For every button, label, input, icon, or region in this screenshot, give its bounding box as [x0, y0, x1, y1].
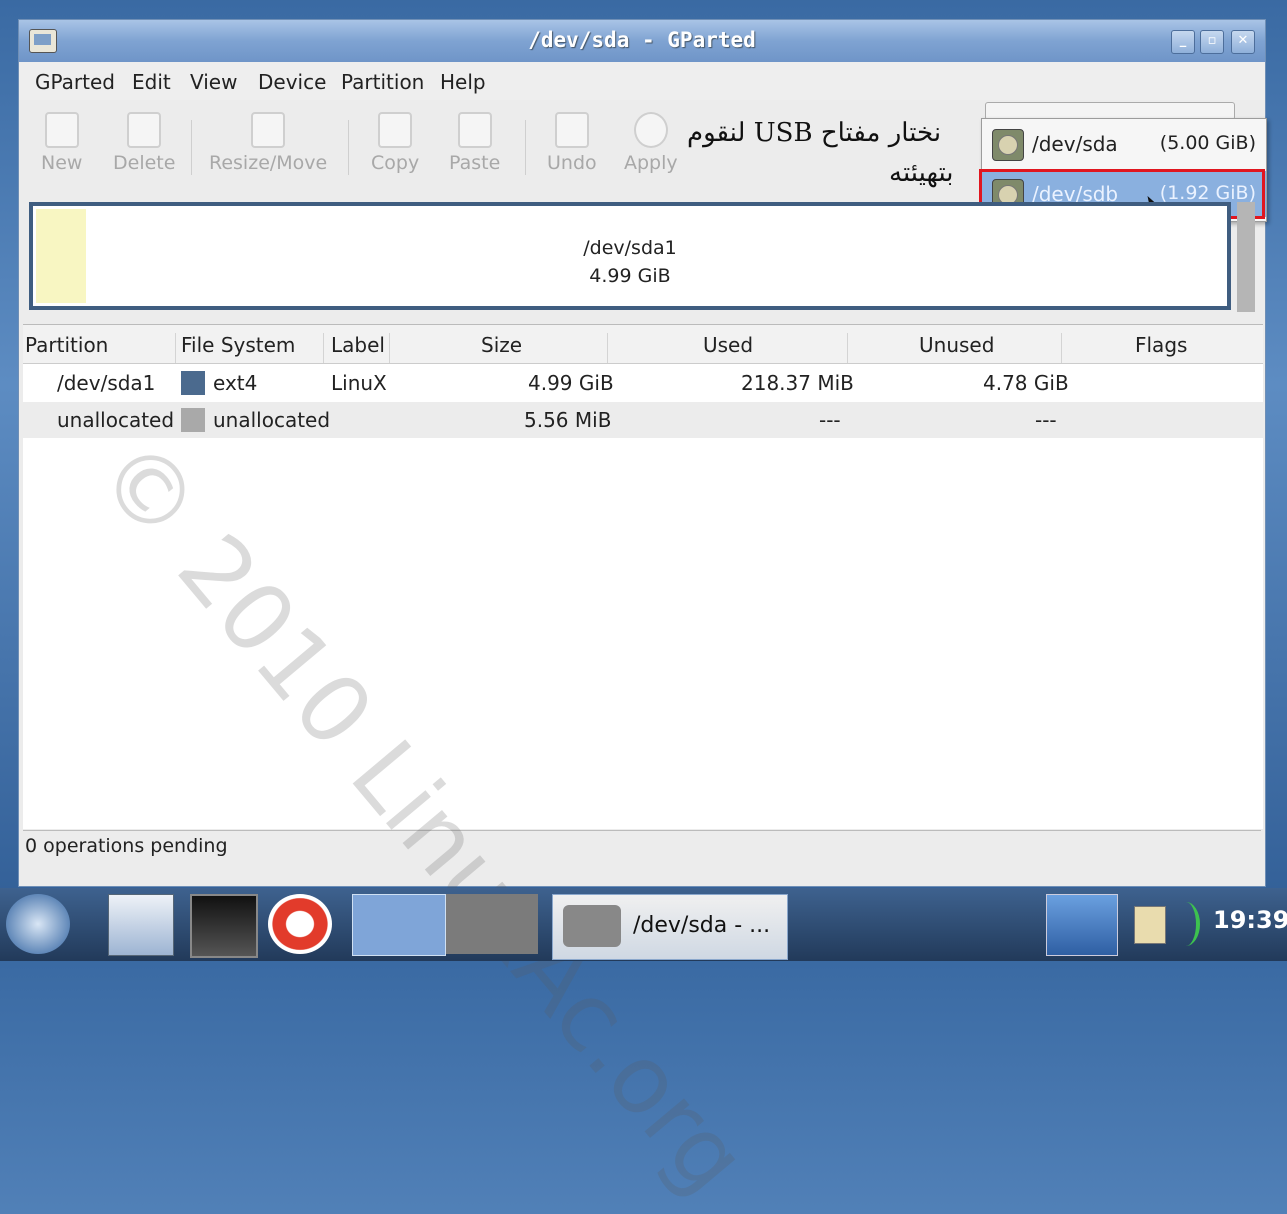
start-menu-icon[interactable]	[6, 894, 70, 954]
copy-icon	[378, 112, 413, 148]
undo-icon	[554, 112, 589, 148]
help-lifebuoy-icon[interactable]	[268, 894, 332, 954]
menu-gparted[interactable]: GParted	[35, 70, 115, 94]
disk-map-label: /dev/sda1 4.99 GiB	[583, 237, 677, 287]
resize-move-button[interactable]: Resize/Move	[209, 112, 327, 174]
menu-view[interactable]: View	[190, 70, 237, 94]
trash-icon	[127, 112, 162, 148]
menu-device[interactable]: Device	[258, 70, 326, 94]
volume-icon[interactable]	[1126, 894, 1204, 954]
gparted-window: /dev/sda - GParted _ ▫ ✕ GParted Edit Vi…	[18, 19, 1267, 887]
menu-help[interactable]: Help	[440, 70, 486, 94]
column-file-system[interactable]: File System	[181, 333, 295, 357]
window-title: /dev/sda - GParted	[528, 28, 756, 52]
disk-map[interactable]: /dev/sda1 4.99 GiB	[29, 202, 1231, 310]
gparted-task-icon	[563, 905, 621, 947]
column-label[interactable]: Label	[331, 333, 385, 357]
column-used[interactable]: Used	[703, 333, 753, 357]
taskbar: /dev/sda - ... 19:39	[0, 888, 1287, 961]
toolbar-separator	[525, 120, 526, 175]
column-partition[interactable]: Partition	[25, 333, 108, 357]
column-size[interactable]: Size	[481, 333, 522, 357]
workspace-1[interactable]	[352, 894, 446, 956]
column-flags[interactable]: Flags	[1135, 333, 1187, 357]
fs-color-swatch	[181, 408, 205, 432]
device-option-sda[interactable]: /dev/sda (5.00 GiB)	[982, 121, 1266, 167]
disk-map-scrollbar[interactable]	[1237, 202, 1255, 312]
undo-button[interactable]: Undo	[547, 112, 597, 174]
paste-icon	[457, 112, 492, 148]
taskbar-task-gparted[interactable]: /dev/sda - ...	[552, 894, 788, 960]
partition-table: Partition File System Label Size Used Un…	[23, 324, 1263, 829]
annotation-line-1: نختار مفتاح USB لنقوم	[687, 118, 942, 148]
toolbar-separator	[348, 120, 349, 175]
disk-icon	[992, 129, 1024, 161]
toolbar-separator	[191, 120, 192, 175]
close-button[interactable]: ✕	[1231, 30, 1255, 54]
table-row[interactable]: unallocated unallocated 5.56 MiB --- ---	[23, 402, 1263, 438]
paste-button[interactable]: Paste	[449, 112, 500, 174]
column-unused[interactable]: Unused	[919, 333, 994, 357]
terminal-icon[interactable]	[190, 894, 258, 958]
table-header: Partition File System Label Size Used Un…	[23, 325, 1263, 364]
fs-color-swatch	[181, 371, 205, 395]
new-button[interactable]: New	[41, 112, 82, 174]
menu-edit[interactable]: Edit	[132, 70, 171, 94]
menu-partition[interactable]: Partition	[341, 70, 424, 94]
status-bar: 0 operations pending	[23, 830, 1261, 865]
table-row[interactable]: /dev/sda1 ext4 LinuX 4.99 GiB 218.37 MiB…	[23, 365, 1263, 401]
title-bar[interactable]: /dev/sda - GParted _ ▫ ✕	[19, 20, 1265, 62]
minimize-button[interactable]: _	[1171, 30, 1195, 54]
annotation-line-2: بتهيئته	[889, 158, 954, 188]
network-icon[interactable]	[1046, 894, 1118, 956]
delete-button[interactable]: Delete	[113, 112, 175, 174]
menu-bar: GParted Edit View Device Partition Help	[19, 62, 1265, 100]
resize-icon	[251, 112, 286, 148]
maximize-button[interactable]: ▫	[1200, 30, 1224, 54]
apply-icon	[633, 112, 668, 148]
workspace-2[interactable]	[446, 894, 538, 954]
copy-button[interactable]: Copy	[371, 112, 419, 174]
status-text: 0 operations pending	[25, 835, 228, 857]
show-desktop-icon[interactable]	[108, 894, 174, 956]
clock: 19:39	[1213, 906, 1287, 934]
new-icon	[44, 112, 79, 148]
apply-button[interactable]: Apply	[624, 112, 678, 174]
